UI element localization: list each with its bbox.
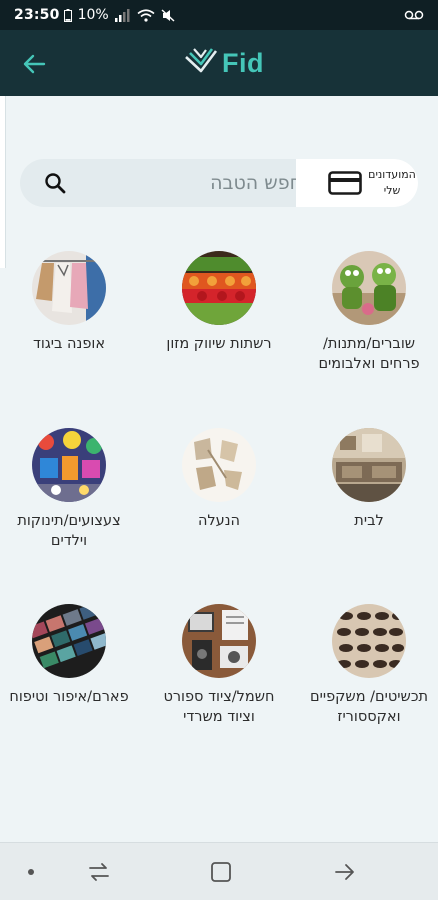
signal-icon (114, 8, 130, 22)
side-drawer-edge[interactable] (0, 96, 6, 268)
back-button[interactable] (18, 50, 50, 78)
recent-apps-button[interactable] (86, 859, 112, 885)
logo-text: Fid (222, 47, 264, 78)
category-image (332, 604, 406, 678)
category-label: שוברים/מתנות/ פרחים ואלבומים (318, 336, 420, 372)
category-label: צעצועים/תינוקות וילדים (17, 513, 121, 549)
category-fashion[interactable]: אופנה ביגוד (2, 251, 136, 354)
category-image (332, 428, 406, 502)
wifi-icon (137, 8, 155, 22)
credit-card-icon (328, 171, 362, 195)
category-jewelry-glasses[interactable]: תכשיטים/ משקפיים ואקססוריז (302, 604, 436, 727)
category-pharm-makeup[interactable]: פארם/איפור וטיפוח (2, 604, 136, 707)
arrow-right-icon (335, 864, 354, 880)
category-image (32, 604, 106, 678)
recent-apps-icon (89, 863, 109, 881)
dot-icon (28, 869, 34, 875)
status-bar: 23:50 10% (0, 0, 438, 30)
category-electronics-office[interactable]: חשמל/ציוד ספורט וציוד משרדי (152, 604, 286, 727)
search-icon[interactable] (44, 172, 66, 194)
category-image (182, 251, 256, 325)
category-label: לבית (354, 513, 384, 529)
my-clubs-label: המועדונים שלי (368, 168, 416, 197)
fid-logo: Fid (184, 46, 264, 80)
search-bar: המועדונים שלי (20, 159, 418, 207)
category-image (182, 428, 256, 502)
category-label: חשמל/ציוד ספורט וציוד משרדי (163, 689, 275, 725)
category-image (32, 251, 106, 325)
category-image (32, 428, 106, 502)
home-button[interactable] (208, 859, 234, 885)
category-shoes[interactable]: הנעלה (152, 428, 286, 531)
category-label: רשתות שיווק מזון (166, 336, 272, 352)
category-toys-kids[interactable]: צעצועים/תינוקות וילדים (2, 428, 136, 551)
category-image (182, 604, 256, 678)
category-vouchers-gifts[interactable]: שוברים/מתנות/ פרחים ואלבומים (302, 251, 436, 374)
mute-icon (161, 8, 175, 22)
category-food-chains[interactable]: רשתות שיווק מזון (152, 251, 286, 354)
category-label: פארם/איפור וטיפוח (9, 689, 129, 705)
back-nav-button[interactable] (332, 859, 358, 885)
category-label: הנעלה (197, 513, 241, 529)
nav-dot[interactable] (18, 859, 44, 885)
logo-mark-icon (185, 48, 218, 73)
clock: 23:50 (14, 7, 60, 23)
battery-icon (63, 8, 72, 22)
category-image (332, 251, 406, 325)
voicemail-icon (404, 10, 424, 20)
category-label: תכשיטים/ משקפיים ואקססוריז (309, 689, 429, 725)
arrow-left-icon (23, 54, 46, 74)
category-label: אופנה ביגוד (32, 336, 106, 352)
home-square-icon (211, 862, 231, 882)
battery-percent: 10% (77, 7, 109, 23)
my-clubs-button[interactable]: המועדונים שלי (296, 159, 418, 207)
system-nav-bar (0, 842, 438, 900)
category-home[interactable]: לבית (302, 428, 436, 531)
app-header: Fid (0, 30, 438, 96)
search-input[interactable] (82, 165, 304, 201)
